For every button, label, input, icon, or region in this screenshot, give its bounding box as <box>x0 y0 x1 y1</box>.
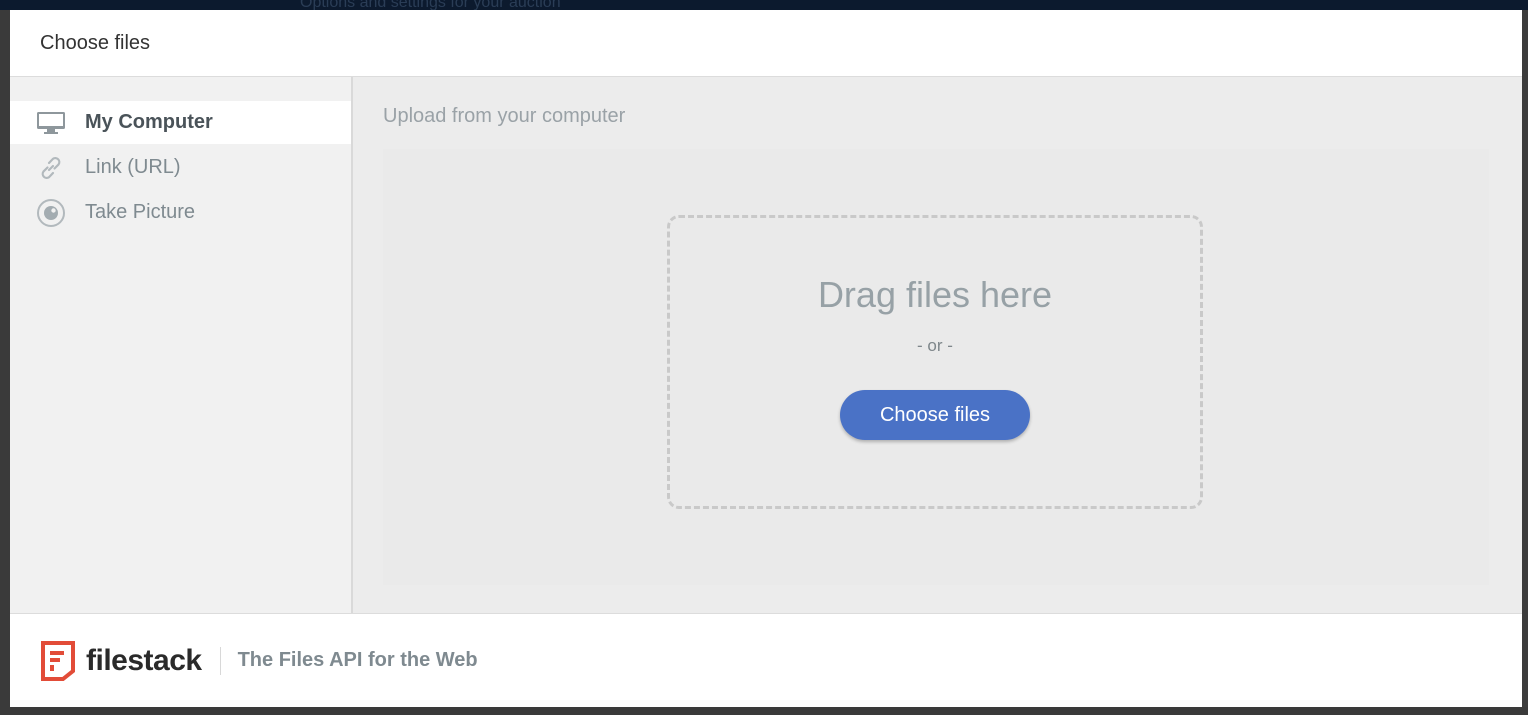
modal-body: My Computer Link (URL) Take Picture Uplo… <box>10 77 1522 613</box>
brand-divider <box>219 646 221 675</box>
camera-icon <box>36 198 66 228</box>
modal-title: Choose files <box>40 31 151 54</box>
modal-header: Choose files <box>10 10 1522 77</box>
upload-panel: Upload from your computer Drag files her… <box>353 77 1522 613</box>
drop-zone[interactable]: Drag files here - or - Choose files <box>667 215 1203 509</box>
background-bottom-strip <box>0 707 1528 715</box>
sidebar-item-take-picture[interactable]: Take Picture <box>10 191 351 234</box>
sidebar-item-label: Take Picture <box>85 201 196 223</box>
sidebar-item-my-computer[interactable]: My Computer <box>10 101 351 144</box>
modal-footer: filestack The Files API for the Web <box>10 613 1522 707</box>
background-header <box>0 0 1528 10</box>
filestack-brand: filestack The Files API for the Web <box>40 640 478 682</box>
link-icon <box>36 153 66 183</box>
source-sidebar: My Computer Link (URL) Take Picture <box>10 77 353 613</box>
brand-name: filestack <box>86 643 202 677</box>
choose-files-button[interactable]: Choose files <box>840 390 1030 440</box>
sidebar-item-label: My Computer <box>85 111 213 133</box>
file-picker-modal: Choose files My Computer Link (URL) Take… <box>10 10 1522 707</box>
monitor-icon <box>36 108 66 138</box>
background-left-strip <box>0 10 10 715</box>
brand-tagline: The Files API for the Web <box>237 649 478 671</box>
section-title: Upload from your computer <box>383 105 626 127</box>
drag-files-text: Drag files here <box>817 274 1053 315</box>
background-right-strip <box>1522 10 1528 715</box>
sidebar-item-link-url[interactable]: Link (URL) <box>10 146 351 189</box>
sidebar-item-label: Link (URL) <box>85 156 181 178</box>
filestack-logo-icon <box>40 640 76 682</box>
drop-area: Drag files here - or - Choose files <box>383 149 1489 585</box>
or-separator: - or - <box>917 336 953 355</box>
